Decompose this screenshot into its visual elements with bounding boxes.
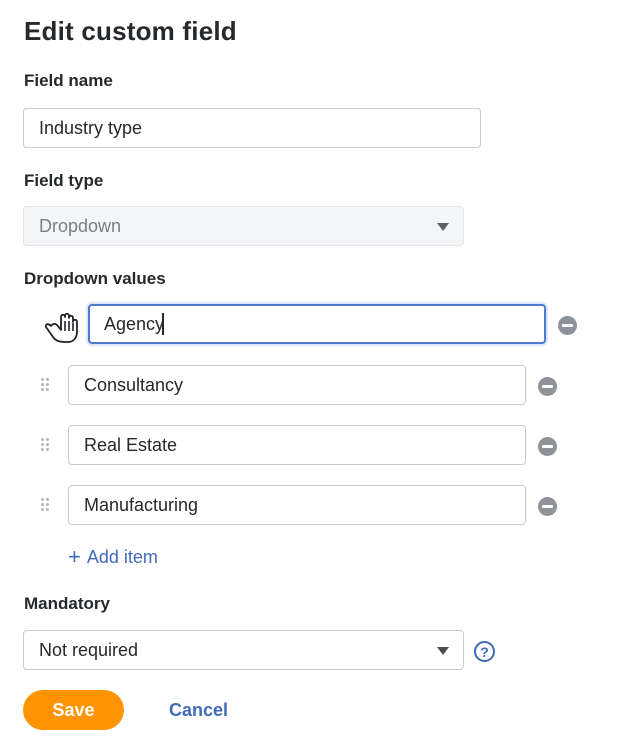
field-type-label: Field type xyxy=(24,171,104,190)
dropdown-value-row xyxy=(0,425,624,465)
page-title: Edit custom field xyxy=(24,16,237,46)
remove-circle-icon[interactable] xyxy=(538,437,557,456)
mandatory-label: Mandatory xyxy=(24,594,110,613)
remove-circle-icon[interactable] xyxy=(558,316,577,335)
field-name-label: Field name xyxy=(24,71,113,90)
cancel-button[interactable]: Cancel xyxy=(169,700,228,721)
mandatory-select[interactable]: Not required xyxy=(23,630,464,670)
dropdown-value-input[interactable] xyxy=(68,485,526,525)
dropdown-values-label: Dropdown values xyxy=(24,269,166,288)
field-type-value: Dropdown xyxy=(39,215,122,236)
help-circle-icon[interactable]: ? xyxy=(474,641,495,662)
plus-icon: + xyxy=(68,544,81,569)
drag-handle-icon[interactable] xyxy=(39,497,51,513)
dropdown-value-input[interactable] xyxy=(68,365,526,405)
text-cursor xyxy=(162,313,164,335)
chevron-down-icon xyxy=(437,223,449,231)
chevron-down-icon xyxy=(437,647,449,655)
mandatory-value: Not required xyxy=(39,639,139,660)
remove-circle-icon[interactable] xyxy=(538,497,557,516)
drag-handle-icon[interactable] xyxy=(39,377,51,393)
remove-circle-icon[interactable] xyxy=(538,377,557,396)
field-type-select[interactable]: Dropdown xyxy=(23,206,464,246)
drag-handle-icon[interactable] xyxy=(39,437,51,453)
field-name-input[interactable] xyxy=(23,108,481,148)
add-item-button[interactable]: + Add item xyxy=(68,546,158,568)
dropdown-value-row xyxy=(0,365,624,405)
dropdown-value-row xyxy=(0,485,624,525)
dropdown-value-input[interactable] xyxy=(88,304,546,344)
dropdown-value-input[interactable] xyxy=(68,425,526,465)
grab-hand-cursor-icon xyxy=(44,312,78,343)
dropdown-value-row xyxy=(0,304,624,344)
save-button[interactable]: Save xyxy=(23,690,124,730)
add-item-label: Add item xyxy=(86,546,158,567)
